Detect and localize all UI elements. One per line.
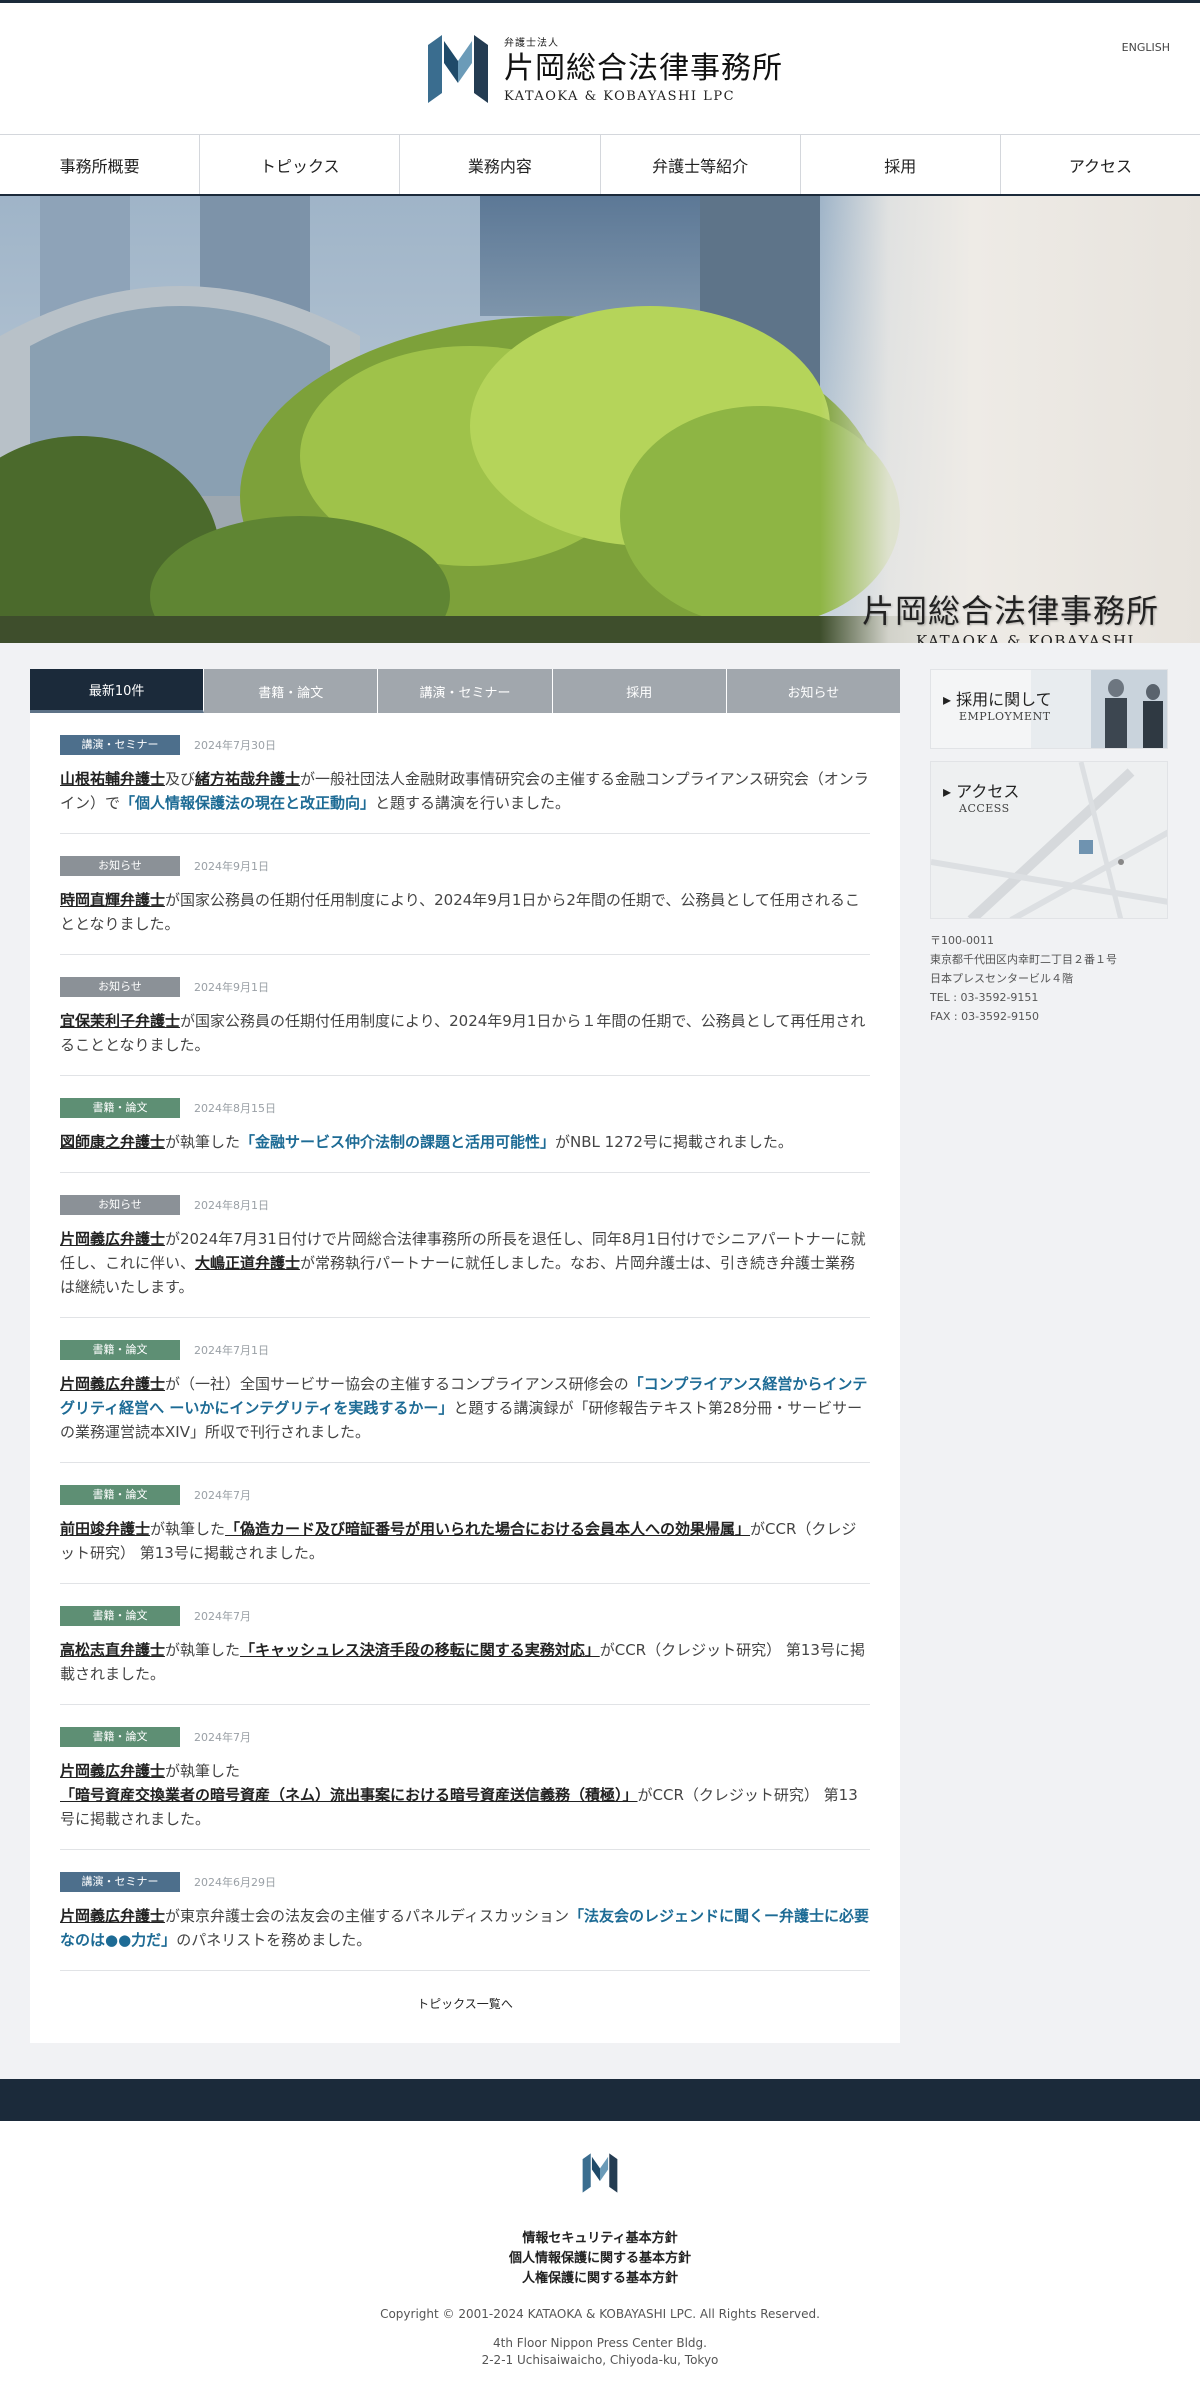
human-rights-policy-link[interactable]: 人権保護に関する基本方針: [522, 2271, 678, 2286]
news-date: 2024年7月30日: [194, 739, 276, 752]
news-item: 書籍・論文 2024年7月 片岡義広弁護士が執筆した 「暗号資産交換業者の暗号資産（…: [60, 1705, 870, 1850]
news-date: 2024年7月: [194, 1489, 251, 1502]
tab-latest[interactable]: 最新10件: [30, 669, 205, 713]
recruit-title: ▸ 採用に関して: [943, 690, 1052, 709]
logo-firm-name: 片岡総合法律事務所: [504, 51, 783, 86]
news-item: お知らせ 2024年9月1日 時岡直輝弁護士が国家公務員の任期付任用制度により、2…: [60, 834, 870, 955]
topics-tabs: 最新10件 書籍・論文 講演・セミナー 採用 お知らせ: [30, 669, 901, 713]
lawyer-link[interactable]: 時岡直輝弁護士: [60, 891, 165, 909]
footer-address: 4th Floor Nippon Press Center Bldg. 2-2-…: [481, 2336, 719, 2367]
firm-logo-icon: [428, 35, 488, 103]
news-item: 講演・セミナー 2024年7月30日 山根祐輔弁護士及び緒方祐哉弁護士が一般社団法…: [60, 713, 870, 834]
sidebar: ▸ 採用に関して EMPLOYMENT ▸ アクセス ACCESS 〒100-0…: [930, 669, 1168, 1026]
hero-title: 片岡総合法律事務所: [862, 592, 1160, 630]
category-badge: 講演・セミナー: [60, 735, 180, 755]
news-list: 講演・セミナー 2024年7月30日 山根祐輔弁護士及び緒方祐哉弁護士が一般社団法…: [30, 713, 900, 2012]
news-date: 2024年9月1日: [194, 860, 269, 873]
category-badge: 書籍・論文: [60, 1606, 180, 1626]
lawyer-link[interactable]: 大嶋正道弁護士: [195, 1254, 300, 1272]
nav-item-topics[interactable]: トピックス: [200, 135, 401, 194]
access-subtitle: ACCESS: [959, 802, 1010, 815]
lawyer-link[interactable]: 片岡義広弁護士: [60, 1762, 165, 1780]
recruit-subtitle: EMPLOYMENT: [959, 710, 1051, 723]
category-badge: お知らせ: [60, 977, 180, 997]
access-banner[interactable]: ▸ アクセス ACCESS: [930, 761, 1168, 919]
tab-notices[interactable]: お知らせ: [726, 669, 901, 713]
access-title: ▸ アクセス: [943, 782, 1020, 801]
site-logo[interactable]: 弁護士法人 片岡総合法律事務所 KATAOKA & KOBAYASHI LPC: [428, 31, 783, 107]
recruit-banner[interactable]: ▸ 採用に関して EMPLOYMENT: [930, 669, 1168, 749]
hero-subtitle: KATAOKA & KOBAYASHI: [916, 632, 1135, 643]
nav-item-practice[interactable]: 業務内容: [400, 135, 601, 194]
category-badge: 書籍・論文: [60, 1485, 180, 1505]
news-date: 2024年7月1日: [194, 1344, 269, 1357]
news-item: 書籍・論文 2024年7月1日 片岡義広弁護士が（一社）全国サービサー協会の主催す…: [60, 1318, 870, 1463]
lawyer-link[interactable]: 片岡義広弁護士: [60, 1230, 165, 1248]
nav-item-lawyers[interactable]: 弁護士等紹介: [601, 135, 801, 194]
category-badge: 書籍・論文: [60, 1727, 180, 1747]
news-date: 2024年8月15日: [194, 1102, 276, 1115]
news-date: 2024年7月: [194, 1610, 251, 1623]
lawyer-link[interactable]: 緒方祐哉弁護士: [195, 770, 300, 788]
lawyer-link[interactable]: 片岡義広弁護士: [60, 1907, 165, 1925]
news-date: 2024年6月29日: [194, 1876, 276, 1889]
logo-english-name: KATAOKA & KOBAYASHI LPC: [504, 89, 736, 104]
lawyer-link[interactable]: 宜保茉利子弁護士: [60, 1012, 180, 1030]
article-link[interactable]: 「偽造カード及び暗証番号が用いられた場合における会員本人への効果帰属」: [225, 1520, 750, 1538]
tab-recruit[interactable]: 採用: [552, 669, 727, 713]
office-address: 〒100-0011 東京都千代田区内幸町二丁目２番１号 日本プレスセンタービル４…: [930, 934, 1117, 1023]
site-footer: 情報セキュリティ基本方針 個人情報保護に関する基本方針 人権保護に関する基本方針…: [0, 2121, 1200, 2369]
news-item: お知らせ 2024年9月1日 宜保茉利子弁護士が国家公務員の任期付任用制度により、…: [60, 955, 870, 1076]
tab-seminars[interactable]: 講演・セミナー: [378, 669, 553, 713]
hero-banner: 片岡総合法律事務所 KATAOKA & KOBAYASHI: [0, 196, 1200, 643]
news-date: 2024年8月1日: [194, 1199, 269, 1212]
news-item: 書籍・論文 2024年7月 前田竣弁護士が執筆した「偽造カード及び暗証番号が用いら…: [60, 1463, 870, 1584]
topic-link[interactable]: 「個人情報保護法の現在と改正動向」: [120, 794, 375, 812]
privacy-policy-link[interactable]: 個人情報保護に関する基本方針: [509, 2251, 691, 2266]
lawyer-link[interactable]: 図師康之弁護士: [60, 1133, 165, 1151]
lawyer-link[interactable]: 前田竣弁護士: [60, 1520, 150, 1538]
article-link[interactable]: 「暗号資産交換業者の暗号資産（ネム）流出事案における暗号資産送信義務（積極）」: [60, 1786, 638, 1804]
category-badge: 書籍・論文: [60, 1340, 180, 1360]
lawyer-link[interactable]: 片岡義広弁護士: [60, 1375, 165, 1393]
news-item: 書籍・論文 2024年7月 高松志直弁護士が執筆した「キャッシュレス決済手段の移転…: [60, 1584, 870, 1705]
main-nav: 事務所概要 トピックス 業務内容 弁護士等紹介 採用 アクセス: [0, 134, 1200, 196]
news-date: 2024年7月: [194, 1731, 251, 1744]
copyright: Copyright © 2001-2024 KATAOKA & KOBAYASH…: [380, 2307, 820, 2321]
lawyer-link[interactable]: 高松志直弁護士: [60, 1641, 165, 1659]
news-item: 書籍・論文 2024年8月15日 図師康之弁護士が執筆した「金融サービス仲介法制の…: [60, 1076, 870, 1173]
english-link[interactable]: ENGLISH: [1122, 41, 1170, 54]
nav-item-about[interactable]: 事務所概要: [0, 135, 201, 194]
lawyer-link[interactable]: 山根祐輔弁護士: [60, 770, 165, 788]
category-badge: お知らせ: [60, 1195, 180, 1215]
category-badge: 書籍・論文: [60, 1098, 180, 1118]
footer-bar: [0, 2079, 1200, 2121]
news-date: 2024年9月1日: [194, 981, 269, 994]
article-link[interactable]: 「キャッシュレス決済手段の移転に関する実務対応」: [240, 1641, 600, 1659]
logo-small-text: 弁護士法人: [504, 38, 559, 49]
nav-item-recruit[interactable]: 採用: [801, 135, 1001, 194]
topics-panel: 最新10件 書籍・論文 講演・セミナー 採用 お知らせ 講演・セミナー 2024年…: [30, 669, 901, 2043]
topic-link[interactable]: 「金融サービス仲介法制の課題と活用可能性」: [240, 1133, 555, 1151]
category-badge: 講演・セミナー: [60, 1872, 180, 1892]
category-badge: お知らせ: [60, 856, 180, 876]
main-area: 最新10件 書籍・論文 講演・セミナー 採用 お知らせ 講演・セミナー 2024年…: [0, 643, 1200, 2079]
footer-logo-icon: [582, 2153, 618, 2193]
news-item: 講演・セミナー 2024年6月29日 片岡義広弁護士が東京弁護士会の法友会の主催す…: [60, 1850, 870, 1971]
tab-books[interactable]: 書籍・論文: [204, 669, 379, 713]
nav-item-access[interactable]: アクセス: [1001, 135, 1200, 194]
site-header: 弁護士法人 片岡総合法律事務所 KATAOKA & KOBAYASHI LPC …: [0, 3, 1200, 134]
topics-list-link[interactable]: トピックス一覧へ: [417, 1997, 513, 2011]
security-policy-link[interactable]: 情報セキュリティ基本方針: [522, 2231, 677, 2246]
news-item: お知らせ 2024年8月1日 片岡義広弁護士が2024年7月31日付けで片岡総合法…: [60, 1173, 870, 1318]
